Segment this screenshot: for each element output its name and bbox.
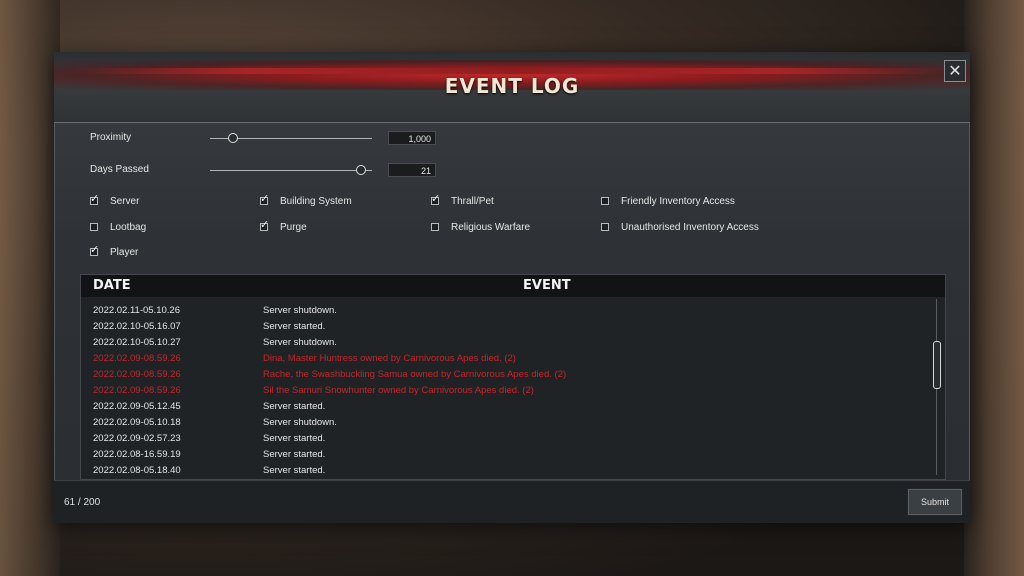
close-button[interactable]: ✕ (944, 60, 966, 82)
table-row: 2022.02.09-05.12.45 Server started. (81, 399, 931, 415)
proximity-slider-thumb[interactable] (227, 133, 238, 143)
checkmark-icon: ✓ (90, 192, 100, 205)
filter-friendly-inventory-access[interactable]: Friendly Inventory Access (601, 194, 735, 208)
table-row: 2022.02.09-08.59.26 Sil the Samuri Snowhu… (81, 383, 931, 399)
filter-thrall-pet[interactable]: ✓ Thrall/Pet (431, 193, 494, 208)
checkmark-icon: ✓ (260, 192, 270, 205)
filter-player[interactable]: ✓ Player (90, 244, 139, 259)
proximity-value-input[interactable]: 1,000 (388, 131, 436, 145)
days-passed-value-input[interactable]: 21 (388, 163, 436, 177)
checkbox[interactable]: ✓ (260, 193, 269, 205)
event-log-panel: EVENT LOG ✕ Proximity 1,000 Days Passed … (54, 52, 970, 523)
filter-purge[interactable]: ✓ Purge (260, 219, 307, 234)
table-scrollbar[interactable] (933, 297, 941, 479)
event-date: 2022.02.09-05.10.18 (93, 417, 181, 428)
table-row: 2022.02.09-02.57.23 Server started. (81, 431, 931, 447)
checkbox[interactable] (601, 223, 609, 231)
event-date: 2022.02.09-08.59.26 (93, 385, 181, 396)
event-date: 2022.02.10-05.16.07 (93, 321, 181, 332)
event-date: 2022.02.08-05.18.40 (93, 465, 181, 476)
days-passed-slider-thumb[interactable] (355, 165, 366, 175)
table-row: 2022.02.09-05.10.18 Server shutdown. (81, 415, 931, 431)
submit-button[interactable]: Submit (908, 489, 962, 515)
event-text: Server started. (263, 401, 326, 412)
days-passed-slider-track[interactable] (210, 170, 372, 171)
filter-label: Thrall/Pet (451, 195, 494, 207)
event-date: 2022.02.09-08.59.26 (93, 369, 181, 380)
background-right (964, 0, 1024, 576)
panel-footer: 61 / 200 Submit (54, 480, 970, 523)
event-text: Server started. (263, 465, 326, 476)
filter-label: Religious Warfare (451, 221, 531, 233)
event-date: 2022.02.10-05.10.27 (93, 337, 181, 348)
event-text: Sil the Samuri Snowhunter owned by Carni… (263, 385, 534, 396)
checkbox[interactable]: ✓ (90, 244, 99, 256)
filter-label: Unauthorised Inventory Access (621, 221, 759, 233)
table-row: 2022.02.08-05.18.40 Server started. (81, 463, 931, 479)
checkbox[interactable]: ✓ (90, 193, 99, 205)
checkbox[interactable] (431, 223, 439, 231)
filter-label: Lootbag (110, 221, 147, 233)
event-date: 2022.02.09-05.12.45 (93, 401, 181, 412)
event-text: Dina, Master Huntress owned by Carnivoro… (263, 353, 516, 364)
table-row: 2022.02.11-05.10.26 Server shutdown. (81, 303, 931, 319)
checkbox[interactable] (601, 197, 609, 205)
event-column-header: EVENT (523, 278, 571, 293)
event-date: 2022.02.11-06.17.46 (93, 297, 180, 300)
filter-server[interactable]: ✓ Server (90, 193, 140, 208)
date-column-header: DATE (93, 278, 131, 293)
page-title: EVENT LOG (444, 74, 580, 98)
table-header: DATE EVENT (81, 275, 945, 297)
event-text: Server started. (263, 433, 326, 444)
table-body: 2022.02.11-06.17.46Server started.2022.0… (81, 297, 931, 479)
table-row: 2022.02.10-05.16.07 Server started. (81, 319, 931, 335)
checkbox[interactable]: ✓ (431, 193, 440, 205)
scrollbar-thumb[interactable] (933, 341, 941, 389)
event-text: Server shutdown. (263, 337, 337, 348)
table-row: 2022.02.09-08.59.26 Rache, the Swashbuckl… (81, 367, 931, 383)
event-date: 2022.02.09-02.57.23 (93, 433, 181, 444)
event-date: 2022.02.11-05.10.26 (93, 305, 180, 316)
checkmark-icon: ✓ (431, 192, 441, 205)
checkmark-icon: ✓ (260, 218, 270, 231)
event-text: Server shutdown. (263, 417, 337, 428)
panel-header: EVENT LOG ✕ (54, 52, 970, 123)
event-text: Rache, the Swashbuckling Samua owned by … (263, 369, 567, 380)
filter-religious-warfare[interactable]: Religious Warfare (431, 220, 530, 234)
filter-label: Building System (280, 195, 352, 207)
event-text: Server shutdown. (263, 305, 337, 316)
filter-lootbag[interactable]: Lootbag (90, 220, 146, 234)
filter-label: Player (110, 246, 139, 258)
event-text: Server started. (263, 449, 326, 460)
checkbox[interactable]: ✓ (260, 219, 269, 231)
entry-count: 61 / 200 (64, 497, 101, 508)
days-passed-label: Days Passed (90, 164, 149, 175)
event-text: Server started. (263, 321, 326, 332)
checkmark-icon: ✓ (90, 243, 100, 256)
table-row: 2022.02.08-16.59.19 Server started. (81, 447, 931, 463)
table-row: 2022.02.09-08.59.26 Dina, Master Huntress… (81, 351, 931, 367)
checkbox[interactable] (90, 223, 98, 231)
filter-label: Purge (280, 221, 307, 233)
background-left (0, 0, 60, 576)
filter-label: Friendly Inventory Access (621, 195, 735, 207)
event-date: 2022.02.09-08.59.26 (93, 353, 181, 364)
event-table: DATE EVENT 2022.02.11-06.17.46 Server sta… (80, 274, 946, 480)
filter-label: Server (110, 195, 140, 207)
table-row: 2022.02.10-05.10.27 Server shutdown. (81, 335, 931, 351)
event-date: 2022.02.08-16.59.19 (93, 449, 181, 460)
proximity-label: Proximity (90, 132, 132, 143)
filter-building-system[interactable]: ✓ Building System (260, 193, 352, 208)
event-text: Server started. (263, 297, 325, 300)
filter-unauthorised-inventory-access[interactable]: Unauthorised Inventory Access (601, 220, 759, 234)
